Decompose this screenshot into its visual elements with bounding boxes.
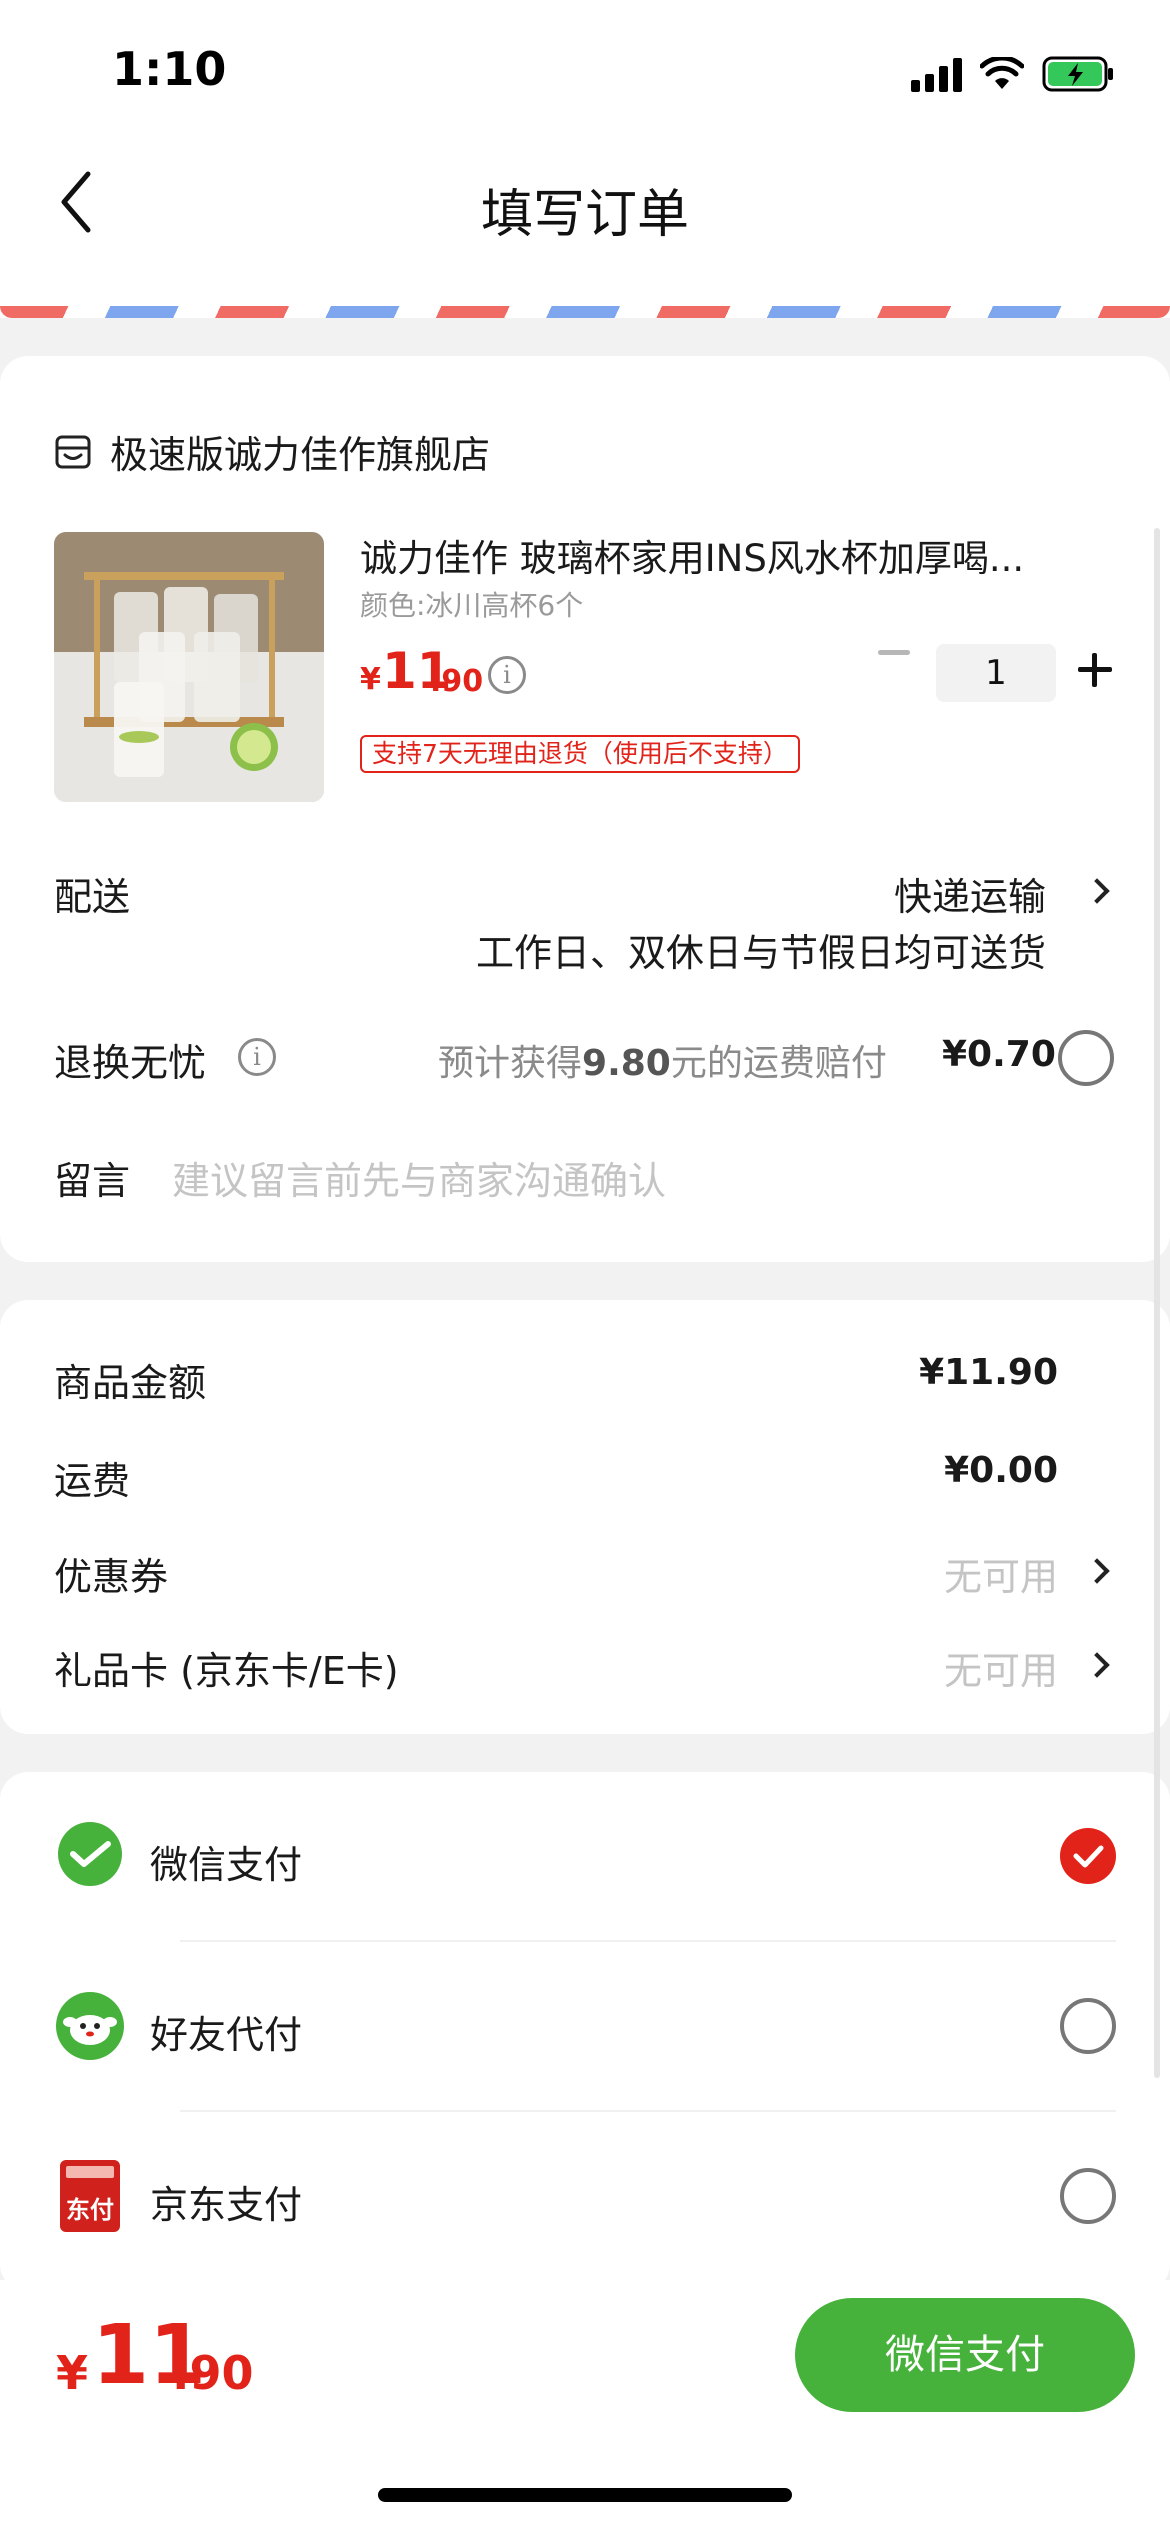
submit-pay-button[interactable]: 微信支付 [795, 2298, 1135, 2412]
quantity-increase-button[interactable] [1078, 653, 1112, 687]
goods-amount-label: 商品金额 [54, 1361, 207, 1405]
wechat-pay-icon [58, 1822, 122, 1886]
product-image-glasses [54, 532, 324, 802]
jd-pay-icon: 东付 [60, 2160, 120, 2232]
total-price-symbol: ¥ [56, 2346, 89, 2400]
delivery-label: 配送 [54, 875, 131, 919]
status-icons [911, 52, 1114, 96]
delivery-note: 工作日、双休日与节假日均可送货 [475, 931, 1046, 975]
page-title: 填写订单 [480, 185, 689, 245]
return-insurance-label: 退换无忧 [54, 1041, 207, 1085]
total-price-decimal: .90 [172, 2346, 254, 2400]
product-image[interactable] [54, 532, 324, 802]
message-input[interactable]: 建议留言前先与商家沟通确认 [172, 1150, 1072, 1205]
pay-method-label: 微信支付 [150, 1843, 303, 1887]
message-label: 留言 [54, 1159, 131, 1203]
return-insurance-info-icon[interactable]: i [238, 1038, 276, 1076]
jd-pay-icon-text: 东付 [66, 2196, 114, 2224]
shipping-label: 运费 [54, 1459, 131, 1503]
return-policy-tag: 支持7天无理由退货（使用后不支持） [360, 735, 800, 773]
giftcard-value[interactable]: 无可用 [944, 1640, 1058, 1695]
wifi-icon [980, 57, 1024, 89]
payment-divider [180, 1940, 1116, 1942]
price-info-icon[interactable]: i [488, 656, 526, 694]
product-title[interactable]: 诚力佳作 玻璃杯家用INS风水杯加厚喝... [360, 528, 1080, 582]
return-insurance-price: ¥0.70 [942, 1034, 1056, 1075]
pay-method-label: 京东支付 [150, 2183, 303, 2227]
return-insurance-desc: 预计获得9.80元的运费赔付 [438, 1043, 887, 1084]
shop-icon [55, 435, 91, 468]
wechat-pay-radio[interactable] [1060, 1828, 1116, 1884]
status-time: 1:10 [112, 42, 227, 96]
coupon-label: 优惠券 [54, 1555, 169, 1599]
quantity-decrease-button[interactable] [878, 650, 910, 655]
friend-pay-icon [56, 1992, 124, 2060]
coupon-value[interactable]: 无可用 [944, 1546, 1058, 1601]
cellular-signal-icon [911, 56, 962, 92]
quantity-input[interactable]: 1 [936, 644, 1056, 702]
giftcard-label: 礼品卡 (京东卡/E卡) [54, 1649, 399, 1693]
airmail-stripe-divider [0, 306, 1170, 318]
battery-charging-icon [1042, 56, 1113, 92]
scrollbar[interactable] [1154, 528, 1160, 2078]
check-icon [1073, 1845, 1104, 1868]
friend-pay-radio[interactable] [1060, 1998, 1116, 2054]
home-indicator[interactable] [378, 2488, 792, 2502]
return-insurance-amount: 9.80 [582, 1043, 671, 1084]
price-symbol: ¥ [360, 662, 381, 697]
product-card [0, 356, 1170, 1262]
jd-pay-radio[interactable] [1060, 2168, 1116, 2224]
pay-method-label: 好友代付 [150, 2013, 303, 2057]
product-spec: 颜色:冰川高杯6个 [360, 589, 584, 622]
goods-amount-value: ¥11.90 [919, 1352, 1058, 1393]
shop-name: 极速版诚力佳作旗舰店 [110, 433, 491, 477]
shipping-value: ¥0.00 [944, 1450, 1058, 1491]
shop-row[interactable]: 极速版诚力佳作旗舰店 [54, 424, 490, 479]
return-insurance-radio[interactable] [1058, 1030, 1114, 1086]
payment-divider [180, 2110, 1116, 2112]
delivery-method[interactable]: 快递运输 [894, 866, 1046, 921]
price-decimal: .90 [430, 664, 484, 699]
